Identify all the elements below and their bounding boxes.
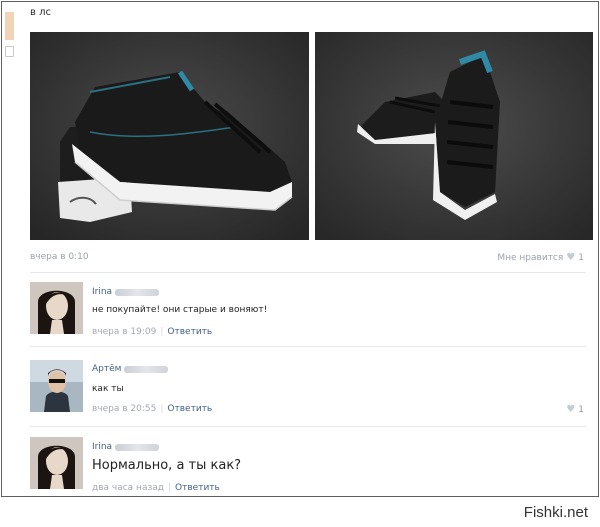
comment-text: Нормально, а ты как? xyxy=(92,458,242,473)
post-date[interactable]: вчера в 0:10 xyxy=(30,252,89,262)
comment-like-button[interactable]: ♥ 1 xyxy=(566,404,584,415)
comment-meta: вчера в 20:55 | Ответить xyxy=(92,404,212,414)
post-photo-sneaker-side[interactable] xyxy=(30,32,309,240)
comment-time[interactable]: вчера в 20:55 xyxy=(92,404,156,414)
post-photo-sneaker-front[interactable] xyxy=(315,32,593,240)
post-card: в лс вчера в 0:10 Мне нравится ♥ 1 Irina… xyxy=(1,1,599,497)
heart-icon: ♥ xyxy=(566,404,576,415)
reply-link[interactable]: Ответить xyxy=(167,404,212,414)
comment-like-count: 1 xyxy=(578,404,584,415)
post-like-count: 1 xyxy=(578,252,584,263)
reply-link[interactable]: Ответить xyxy=(175,483,220,493)
attachment-icon[interactable] xyxy=(5,46,14,57)
heart-icon: ♥ xyxy=(566,252,576,263)
blurred-surname xyxy=(124,365,169,373)
comment-author-name: Артём xyxy=(92,364,122,374)
post-text: в лс xyxy=(30,7,51,18)
divider xyxy=(30,346,586,347)
comment-author-name: Irina xyxy=(92,287,113,297)
comment-author[interactable]: Irina xyxy=(92,442,160,452)
blurred-surname xyxy=(115,443,160,451)
comment-text: не покупайте! они старые и воняют! xyxy=(92,305,268,315)
left-color-stripe xyxy=(5,12,14,40)
comment-author-name: Irina xyxy=(92,442,113,452)
avatar[interactable] xyxy=(30,360,83,412)
post-like-button[interactable]: Мне нравится ♥ 1 xyxy=(497,252,584,263)
divider xyxy=(30,426,586,427)
blurred-surname xyxy=(115,288,160,296)
meta-separator: | xyxy=(160,404,164,414)
comment-meta: два часа назад | Ответить xyxy=(92,483,220,493)
comment-meta: вчера в 19:09 | Ответить xyxy=(92,327,212,337)
meta-separator: | xyxy=(167,483,172,493)
divider xyxy=(30,272,586,273)
reply-link[interactable]: Ответить xyxy=(167,327,212,337)
watermark: Fishki.net xyxy=(523,504,588,521)
post-like-label: Мне нравится xyxy=(497,252,564,263)
avatar[interactable] xyxy=(30,437,83,489)
comment-time[interactable]: вчера в 19:09 xyxy=(92,327,156,337)
comment-time[interactable]: два часа назад xyxy=(92,483,164,493)
comment-text: как ты xyxy=(92,384,124,394)
meta-separator: | xyxy=(160,327,164,337)
comment-author[interactable]: Артём xyxy=(92,364,169,374)
comment-author[interactable]: Irina xyxy=(92,287,160,297)
avatar[interactable] xyxy=(30,282,83,334)
